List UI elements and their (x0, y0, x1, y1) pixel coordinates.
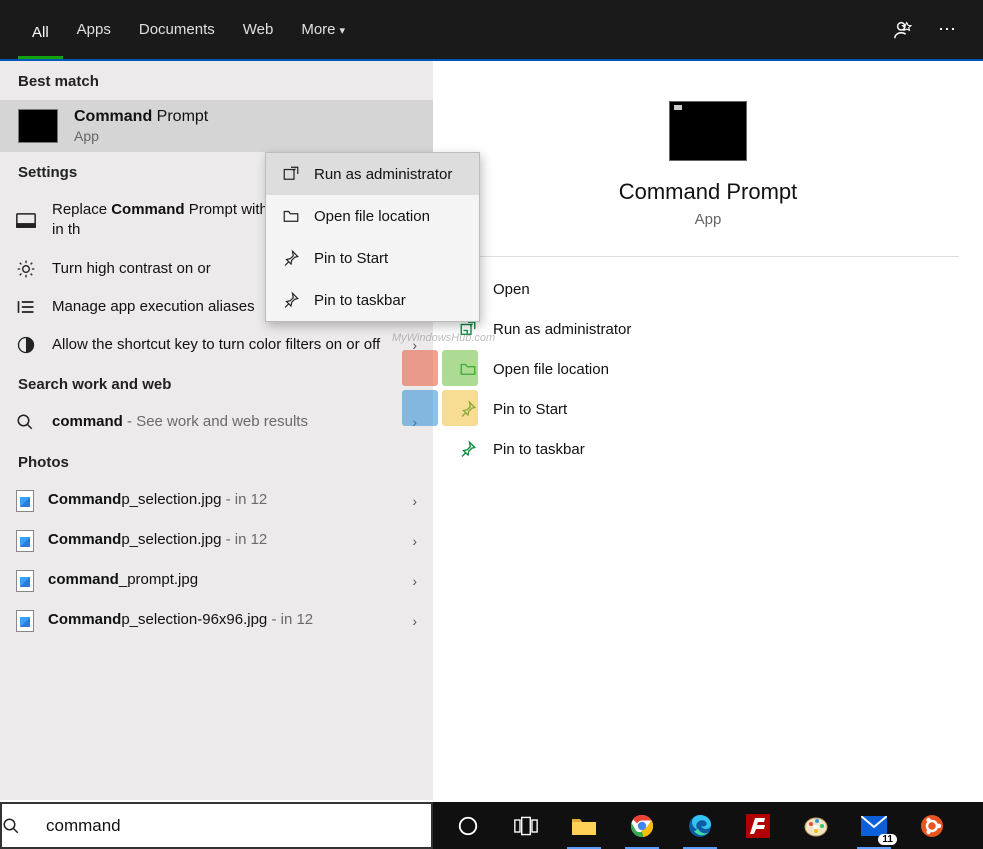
action-open[interactable]: Open (433, 269, 983, 309)
preview-panel: Command Prompt App Open Run as administr… (433, 61, 983, 800)
divider (457, 256, 959, 257)
search-icon (2, 817, 46, 835)
admin-icon (457, 320, 479, 338)
taskbar-mail[interactable]: 11 (845, 802, 903, 849)
taskbar-cortana[interactable] (439, 802, 497, 849)
pin-icon (457, 440, 479, 458)
action-pin-to-taskbar[interactable]: Pin to taskbar (433, 429, 983, 469)
chevron-right-icon: › (404, 414, 417, 430)
photo-label: Commandp_selection.jpg - in 12 (48, 530, 404, 550)
ctx-open-file-location[interactable]: Open file location (266, 195, 479, 237)
ctx-label: Open file location (314, 208, 430, 225)
web-result-command[interactable]: command - See work and web results › (0, 403, 433, 441)
image-file-icon (16, 570, 34, 592)
tab-more[interactable]: More▾ (287, 0, 359, 59)
web-result-label: command - See work and web results (52, 412, 404, 432)
photo-label: Commandp_selection-96x96.jpg - in 12 (48, 610, 404, 630)
action-label: Pin to Start (493, 401, 567, 418)
ctx-pin-to-start[interactable]: Pin to Start (266, 237, 479, 279)
more-options-icon[interactable]: ⋯ (929, 19, 965, 40)
taskbar-chrome[interactable] (613, 802, 671, 849)
search-input[interactable] (46, 816, 431, 836)
image-file-icon (16, 530, 34, 552)
ctx-run-as-admin[interactable]: Run as administrator (266, 153, 479, 195)
list-icon (16, 298, 40, 316)
feedback-icon[interactable] (893, 19, 929, 41)
action-pin-to-start[interactable]: Pin to Start (433, 389, 983, 429)
photo-result[interactable]: Commandp_selection.jpg - in 12 › (0, 521, 433, 561)
photo-label: command_prompt.jpg (48, 570, 404, 590)
color-filter-icon (16, 335, 40, 355)
search-box[interactable] (0, 802, 433, 849)
taskbar-edge[interactable] (671, 802, 729, 849)
section-search-web: Search work and web (0, 364, 433, 403)
best-match-title: Command Prompt (74, 108, 208, 126)
taskbar: 11 (433, 802, 983, 849)
section-best-match: Best match (0, 61, 433, 100)
pin-icon (280, 249, 302, 267)
terminal-icon (16, 213, 40, 228)
image-file-icon (16, 610, 34, 632)
setting-label: Allow the shortcut key to turn color fil… (52, 335, 404, 355)
search-icon (16, 413, 40, 431)
tab-web[interactable]: Web (229, 0, 288, 59)
chevron-right-icon: › (404, 337, 417, 353)
ctx-label: Pin to Start (314, 250, 388, 267)
section-photos: Photos (0, 442, 433, 481)
ctx-pin-to-taskbar[interactable]: Pin to taskbar (266, 279, 479, 321)
photo-result[interactable]: command_prompt.jpg › (0, 561, 433, 601)
admin-icon (280, 165, 302, 183)
result-command-prompt[interactable]: Command Prompt App (0, 100, 433, 152)
context-menu: Run as administrator Open file location … (265, 152, 480, 322)
chevron-right-icon: › (404, 573, 417, 589)
preview-title: Command Prompt (433, 179, 983, 205)
taskbar-filezilla[interactable] (729, 802, 787, 849)
chevron-down-icon: ▾ (340, 25, 346, 37)
command-prompt-icon (18, 109, 58, 143)
photo-result[interactable]: Commandp_selection.jpg - in 12 › (0, 481, 433, 521)
photo-result[interactable]: Commandp_selection-96x96.jpg - in 12 › (0, 601, 433, 641)
taskbar-taskview[interactable] (497, 802, 555, 849)
setting-color-filters-shortcut[interactable]: Allow the shortcut key to turn color fil… (0, 326, 433, 364)
chevron-right-icon: › (404, 613, 417, 629)
action-open-file-location[interactable]: Open file location (433, 349, 983, 389)
preview-app-icon (669, 101, 747, 161)
ctx-label: Pin to taskbar (314, 292, 406, 309)
chevron-right-icon: › (404, 533, 417, 549)
pin-icon (280, 291, 302, 309)
taskbar-paint[interactable] (787, 802, 845, 849)
taskbar-ubuntu[interactable] (903, 802, 961, 849)
tab-documents[interactable]: Documents (125, 0, 229, 59)
tab-apps[interactable]: Apps (63, 0, 125, 59)
mail-badge: 11 (878, 834, 897, 845)
tab-all[interactable]: All (18, 0, 63, 59)
action-label: Pin to taskbar (493, 441, 585, 458)
action-label: Open file location (493, 361, 609, 378)
chevron-right-icon: › (404, 493, 417, 509)
ctx-label: Run as administrator (314, 166, 452, 183)
folder-icon (457, 360, 479, 378)
taskbar-file-explorer[interactable] (555, 802, 613, 849)
pin-icon (457, 400, 479, 418)
action-label: Run as administrator (493, 321, 631, 338)
search-scope-tabs: All Apps Documents Web More▾ ⋯ (0, 0, 983, 59)
brightness-icon (16, 259, 40, 279)
best-match-subtitle: App (74, 128, 208, 144)
image-file-icon (16, 490, 34, 512)
photo-label: Commandp_selection.jpg - in 12 (48, 490, 404, 510)
action-run-as-admin[interactable]: Run as administrator (433, 309, 983, 349)
preview-subtitle: App (433, 211, 983, 228)
action-label: Open (493, 281, 530, 298)
folder-icon (280, 207, 302, 225)
